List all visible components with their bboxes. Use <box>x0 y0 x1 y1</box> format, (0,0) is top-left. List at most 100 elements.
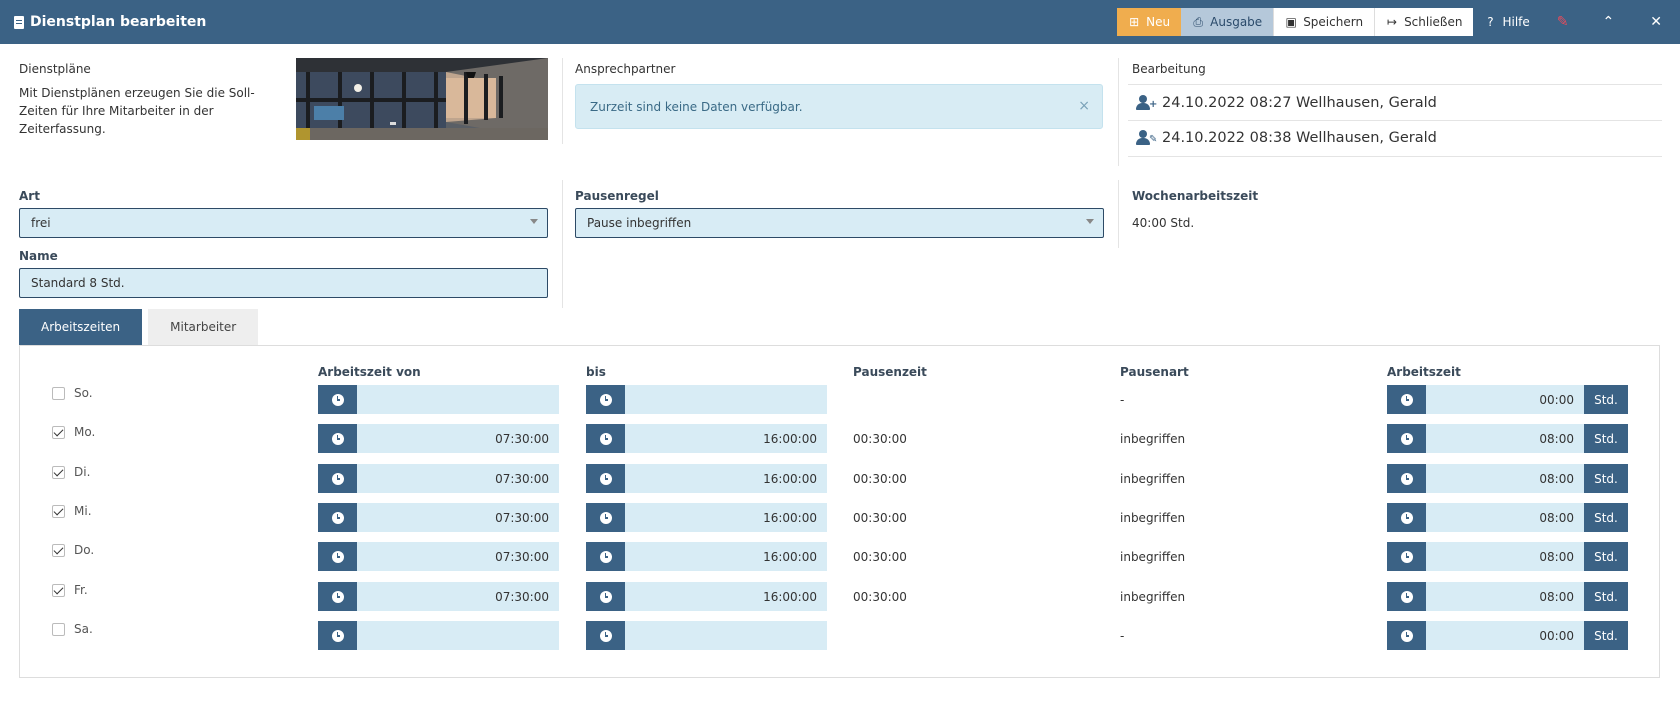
col-header-von: Arbeitszeit von <box>318 365 421 379</box>
clock-button[interactable] <box>586 385 625 414</box>
col-header-arbeitszeit: Arbeitszeit <box>1387 365 1461 379</box>
pausenart-value: inbegriffen <box>1120 590 1186 604</box>
time-to-value: 16:00:00 <box>763 549 817 564</box>
arbeitszeit-value: 08:00 <box>1539 431 1574 446</box>
time-to-input[interactable]: 16:00:00 <box>586 503 827 532</box>
clock-button[interactable] <box>318 424 357 453</box>
clock-button[interactable] <box>586 621 625 650</box>
time-to-input[interactable]: 16:00:00 <box>586 424 827 453</box>
clock-button[interactable] <box>1387 464 1426 493</box>
clock-button[interactable] <box>318 385 357 414</box>
clock-button[interactable] <box>318 464 357 493</box>
art-select[interactable]: frei <box>19 208 548 238</box>
day-checkbox[interactable] <box>52 466 65 479</box>
clock-button[interactable] <box>586 582 625 611</box>
time-from-input[interactable]: 07:30:00 <box>318 424 559 453</box>
time-to-input[interactable]: 16:00:00 <box>586 464 827 493</box>
pausenregel-select[interactable]: Pause inbegriffen <box>575 208 1104 238</box>
day-checkbox[interactable] <box>52 623 65 636</box>
clock-button[interactable] <box>586 424 625 453</box>
day-checkbox[interactable] <box>52 505 65 518</box>
time-from-input[interactable] <box>318 385 559 414</box>
name-input-value: Standard 8 Std. <box>31 276 125 290</box>
day-checkbox[interactable] <box>52 426 65 439</box>
unit-label: Std. <box>1584 621 1628 650</box>
arbeitszeit-input[interactable]: 08:00 Std. <box>1387 542 1628 571</box>
pausenzeit-value: 00:30:00 <box>853 432 907 446</box>
help-button[interactable]: ? Hilfe <box>1473 8 1540 36</box>
clock-icon <box>599 629 612 642</box>
arbeitszeit-input[interactable]: 08:00 Std. <box>1387 464 1628 493</box>
time-to-input[interactable]: 16:00:00 <box>586 582 827 611</box>
clock-button[interactable] <box>1387 385 1426 414</box>
clock-button[interactable] <box>1387 582 1426 611</box>
arbeitszeit-input[interactable]: 08:00 Std. <box>1387 424 1628 453</box>
pencil-icon: ✎ <box>1556 14 1569 30</box>
unit-label: Std. <box>1584 464 1628 493</box>
name-label: Name <box>19 249 58 263</box>
wochenarbeitszeit-value: 40:00 Std. <box>1132 216 1195 230</box>
user-edit-icon: ✎ <box>1136 130 1157 146</box>
clock-button[interactable] <box>318 542 357 571</box>
arbeitszeit-input[interactable]: 00:00 Std. <box>1387 385 1628 414</box>
time-from-value: 07:30:00 <box>495 471 549 486</box>
arbeitszeit-input[interactable]: 08:00 Std. <box>1387 582 1628 611</box>
clock-icon <box>1400 393 1413 406</box>
output-button[interactable]: ⎙ Ausgabe <box>1181 8 1274 36</box>
title-bar: Dienstplan bearbeiten ⊞ Neu ⎙ Ausgabe ▣ … <box>0 0 1680 44</box>
clock-button[interactable] <box>586 503 625 532</box>
pausenzeit-value: 00:30:00 <box>853 550 907 564</box>
time-from-input[interactable] <box>318 621 559 650</box>
clock-button[interactable] <box>586 542 625 571</box>
dienstplan-window: Dienstplan bearbeiten ⊞ Neu ⎙ Ausgabe ▣ … <box>0 0 1680 710</box>
edit-pencil-button[interactable]: ✎ <box>1541 8 1585 36</box>
time-from-input[interactable]: 07:30:00 <box>318 582 559 611</box>
pausenart-value: inbegriffen <box>1120 432 1186 446</box>
time-from-input[interactable]: 07:30:00 <box>318 464 559 493</box>
new-button[interactable]: ⊞ Neu <box>1117 8 1182 36</box>
clock-button[interactable] <box>586 464 625 493</box>
clock-button[interactable] <box>1387 424 1426 453</box>
time-to-input[interactable] <box>586 385 827 414</box>
day-label: Mi. <box>74 504 92 518</box>
clock-button[interactable] <box>1387 542 1426 571</box>
tab-mitarbeiter[interactable]: Mitarbeiter <box>148 309 259 345</box>
day-checkbox[interactable] <box>52 584 65 597</box>
time-to-input[interactable] <box>586 621 827 650</box>
time-from-input[interactable]: 07:30:00 <box>318 503 559 532</box>
clock-icon <box>1400 472 1413 485</box>
clock-button[interactable] <box>1387 621 1426 650</box>
time-from-value: 07:30:00 <box>495 589 549 604</box>
arbeitszeit-input[interactable]: 00:00 Std. <box>1387 621 1628 650</box>
time-to-value: 16:00:00 <box>763 431 817 446</box>
arbeitszeit-input[interactable]: 08:00 Std. <box>1387 503 1628 532</box>
name-input[interactable]: Standard 8 Std. <box>19 268 548 298</box>
clock-button[interactable] <box>318 621 357 650</box>
clock-icon <box>331 393 344 406</box>
arbeitszeit-value: 00:00 <box>1539 392 1574 407</box>
pausenart-value: - <box>1120 393 1125 407</box>
time-to-input[interactable]: 16:00:00 <box>586 542 827 571</box>
clock-button[interactable] <box>318 582 357 611</box>
unit-label: Std. <box>1584 385 1628 414</box>
tab-arbeitszeiten[interactable]: Arbeitszeiten <box>19 309 143 345</box>
close-form-button[interactable]: ↦ Schließen <box>1374 8 1474 36</box>
day-checkbox[interactable] <box>52 387 65 400</box>
collapse-button[interactable]: ⌃ <box>1585 8 1633 36</box>
day-label: Sa. <box>74 622 93 636</box>
window-close-button[interactable]: ✕ <box>1632 8 1680 36</box>
arbeitszeit-value: 08:00 <box>1539 549 1574 564</box>
time-from-input[interactable]: 07:30:00 <box>318 542 559 571</box>
art-select-value: frei <box>31 216 51 230</box>
chevron-up-icon: ⌃ <box>1602 14 1615 30</box>
plus-square-icon: ⊞ <box>1129 15 1140 29</box>
col-header-bis: bis <box>586 365 606 379</box>
clock-button[interactable] <box>318 503 357 532</box>
alert-close-icon[interactable]: × <box>1078 98 1090 114</box>
save-button[interactable]: ▣ Speichern <box>1273 8 1375 36</box>
day-checkbox[interactable] <box>52 544 65 557</box>
clock-button[interactable] <box>1387 503 1426 532</box>
edited-entry: ✎ 24.10.2022 08:38 Wellhausen, Gerald <box>1136 121 1680 155</box>
dienstplaene-label: Dienstpläne <box>19 62 91 76</box>
divider <box>1118 58 1119 166</box>
